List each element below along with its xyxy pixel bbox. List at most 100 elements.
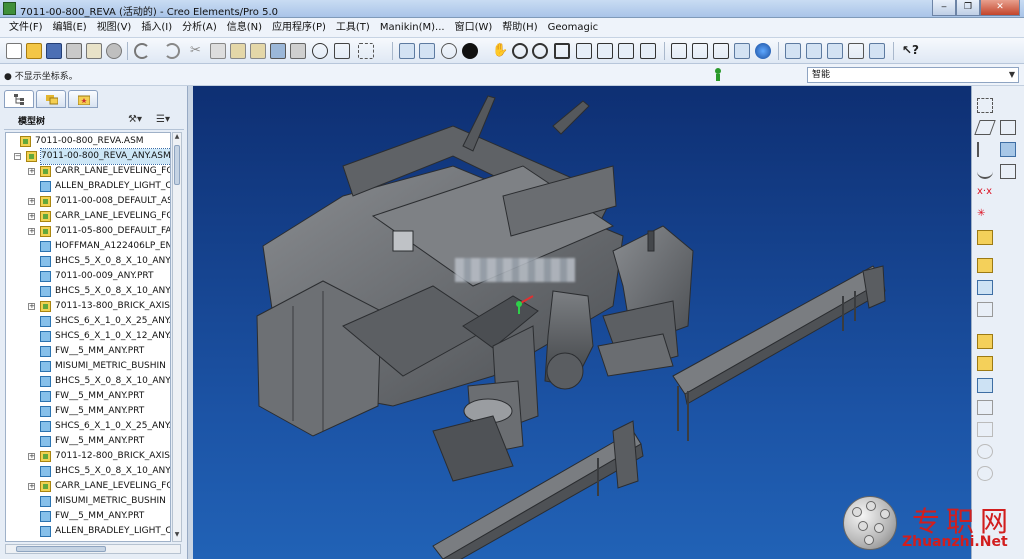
enhanced-realism-icon[interactable] bbox=[755, 43, 771, 59]
orient-mode-icon[interactable] bbox=[441, 43, 457, 59]
close-button[interactable]: ✕ bbox=[980, 0, 1020, 16]
tree-row-label: HOFFMAN_A122406LP_EN bbox=[55, 241, 171, 251]
menu-info[interactable]: 信息(N) bbox=[222, 18, 267, 38]
select-region-icon[interactable] bbox=[358, 43, 374, 59]
tree-row-label: CARR_LANE_LEVELING_FC bbox=[55, 481, 171, 491]
hidden-line-icon[interactable] bbox=[692, 43, 708, 59]
expand-toggle-icon[interactable]: − bbox=[14, 153, 21, 160]
plane-tool-icon[interactable] bbox=[974, 120, 996, 135]
shading-ball-icon[interactable] bbox=[462, 43, 478, 59]
chamfer-tool-icon[interactable] bbox=[977, 444, 993, 459]
refit-icon[interactable] bbox=[554, 43, 570, 59]
spin-center-icon[interactable] bbox=[419, 43, 435, 59]
copy-icon[interactable] bbox=[210, 43, 226, 59]
open-folder-icon[interactable] bbox=[26, 43, 42, 59]
expand-toggle-icon[interactable]: + bbox=[28, 483, 35, 490]
regenerate-icon[interactable] bbox=[270, 43, 286, 59]
datum-axis-tool-icon[interactable] bbox=[977, 142, 993, 157]
scroll-thumb[interactable] bbox=[174, 145, 180, 185]
tab-layers[interactable] bbox=[36, 90, 66, 108]
paste-special-icon[interactable] bbox=[250, 43, 266, 59]
tree-row-label: ALLEN_BRADLEY_LIGHT_C bbox=[55, 526, 171, 536]
send-mail-icon[interactable] bbox=[86, 43, 102, 59]
pan-hand-icon[interactable]: ✋ bbox=[492, 43, 508, 59]
save-icon[interactable] bbox=[46, 43, 62, 59]
curve-tool-icon[interactable] bbox=[977, 164, 993, 179]
draft-tool-icon[interactable] bbox=[977, 466, 993, 481]
maximize-button[interactable]: ❐ bbox=[956, 0, 980, 16]
scroll-up-icon[interactable]: ▲ bbox=[173, 133, 181, 143]
menu-manikin[interactable]: Manikin(M)... bbox=[375, 18, 450, 38]
attach-icon[interactable] bbox=[106, 43, 122, 59]
regen-manager-icon[interactable] bbox=[290, 43, 306, 59]
reorient-icon[interactable] bbox=[576, 43, 592, 59]
graphics-window[interactable] bbox=[193, 86, 971, 559]
selection-box-icon[interactable] bbox=[334, 43, 350, 59]
sketch-plane-icon[interactable] bbox=[1000, 120, 1016, 135]
expand-toggle-icon[interactable]: + bbox=[28, 168, 35, 175]
analysis-tool-icon[interactable] bbox=[977, 230, 993, 245]
tab-model-tree[interactable] bbox=[4, 90, 34, 108]
layers-icon[interactable] bbox=[618, 43, 634, 59]
scroll-thumb[interactable] bbox=[16, 546, 106, 552]
datum-planes-icon[interactable] bbox=[785, 43, 801, 59]
scissors-icon[interactable]: ✂ bbox=[190, 43, 206, 59]
menu-help[interactable]: 帮助(H) bbox=[497, 18, 542, 38]
hole-tool-icon[interactable] bbox=[977, 302, 993, 317]
redo-icon[interactable] bbox=[164, 43, 180, 59]
view-manager-icon[interactable] bbox=[640, 43, 656, 59]
sketch-tool-icon[interactable] bbox=[1000, 142, 1016, 157]
minimize-button[interactable]: ‒ bbox=[932, 0, 956, 16]
menu-file[interactable]: 文件(F) bbox=[4, 18, 48, 38]
tree-vertical-scrollbar[interactable]: ▲ ▼ bbox=[172, 132, 182, 542]
expand-toggle-icon[interactable]: + bbox=[28, 213, 35, 220]
wireframe-icon[interactable] bbox=[671, 43, 687, 59]
undo-icon[interactable] bbox=[134, 43, 150, 59]
settings-tools-icon[interactable]: ⚒▾ bbox=[128, 112, 150, 127]
annotation-display-icon[interactable] bbox=[869, 43, 885, 59]
datum-display-icon[interactable] bbox=[399, 43, 415, 59]
extrude-tool-icon[interactable] bbox=[977, 334, 993, 349]
menu-insert[interactable]: 插入(I) bbox=[136, 18, 177, 38]
no-hidden-icon[interactable] bbox=[713, 43, 729, 59]
tree-horizontal-scrollbar[interactable] bbox=[5, 544, 181, 554]
menu-applications[interactable]: 应用程序(P) bbox=[267, 18, 331, 38]
expand-toggle-icon[interactable]: + bbox=[28, 303, 35, 310]
expand-toggle-icon[interactable]: + bbox=[28, 228, 35, 235]
zoom-out-icon[interactable] bbox=[532, 43, 548, 59]
tab-favorites[interactable] bbox=[68, 90, 98, 108]
pattern-tool-icon[interactable] bbox=[977, 378, 993, 393]
find-icon[interactable] bbox=[312, 43, 328, 59]
menu-window[interactable]: 窗口(W) bbox=[450, 18, 498, 38]
datum-axes-icon[interactable] bbox=[806, 43, 822, 59]
revolve-tool-icon[interactable] bbox=[977, 356, 993, 371]
datum-point-tool-icon[interactable]: x·x bbox=[977, 186, 993, 201]
show-options-icon[interactable]: ☰▾ bbox=[156, 112, 178, 127]
datum-points-icon[interactable] bbox=[827, 43, 843, 59]
new-file-icon[interactable] bbox=[6, 43, 22, 59]
expand-toggle-icon[interactable]: + bbox=[28, 453, 35, 460]
coordinate-systems-icon[interactable] bbox=[848, 43, 864, 59]
menu-edit[interactable]: 编辑(E) bbox=[48, 18, 92, 38]
round-tool-icon[interactable] bbox=[977, 422, 993, 437]
filter-select[interactable]: 智能 ▼ bbox=[807, 67, 1019, 83]
assemble-component-icon[interactable] bbox=[977, 258, 993, 273]
csys-tool-icon[interactable]: ✳ bbox=[977, 208, 993, 223]
scroll-down-icon[interactable]: ▼ bbox=[173, 531, 181, 541]
datum-curve-icon[interactable] bbox=[1000, 164, 1016, 179]
datum-plane-tool-icon[interactable] bbox=[977, 98, 993, 113]
mirror-tool-icon[interactable] bbox=[977, 400, 993, 415]
expand-toggle-icon[interactable]: + bbox=[28, 198, 35, 205]
chevron-down-icon: ▼ bbox=[1008, 70, 1015, 79]
menu-tools[interactable]: 工具(T) bbox=[331, 18, 375, 38]
zoom-in-icon[interactable] bbox=[512, 43, 528, 59]
print-icon[interactable] bbox=[66, 43, 82, 59]
saved-views-icon[interactable] bbox=[597, 43, 613, 59]
menu-analysis[interactable]: 分析(A) bbox=[177, 18, 222, 38]
context-help-icon[interactable]: ↖? bbox=[902, 43, 919, 59]
menu-geomagic[interactable]: Geomagic bbox=[543, 18, 604, 38]
paste-icon[interactable] bbox=[230, 43, 246, 59]
shading-mode-icon[interactable] bbox=[734, 43, 750, 59]
create-component-icon[interactable] bbox=[977, 280, 993, 295]
menu-view[interactable]: 视图(V) bbox=[92, 18, 137, 38]
